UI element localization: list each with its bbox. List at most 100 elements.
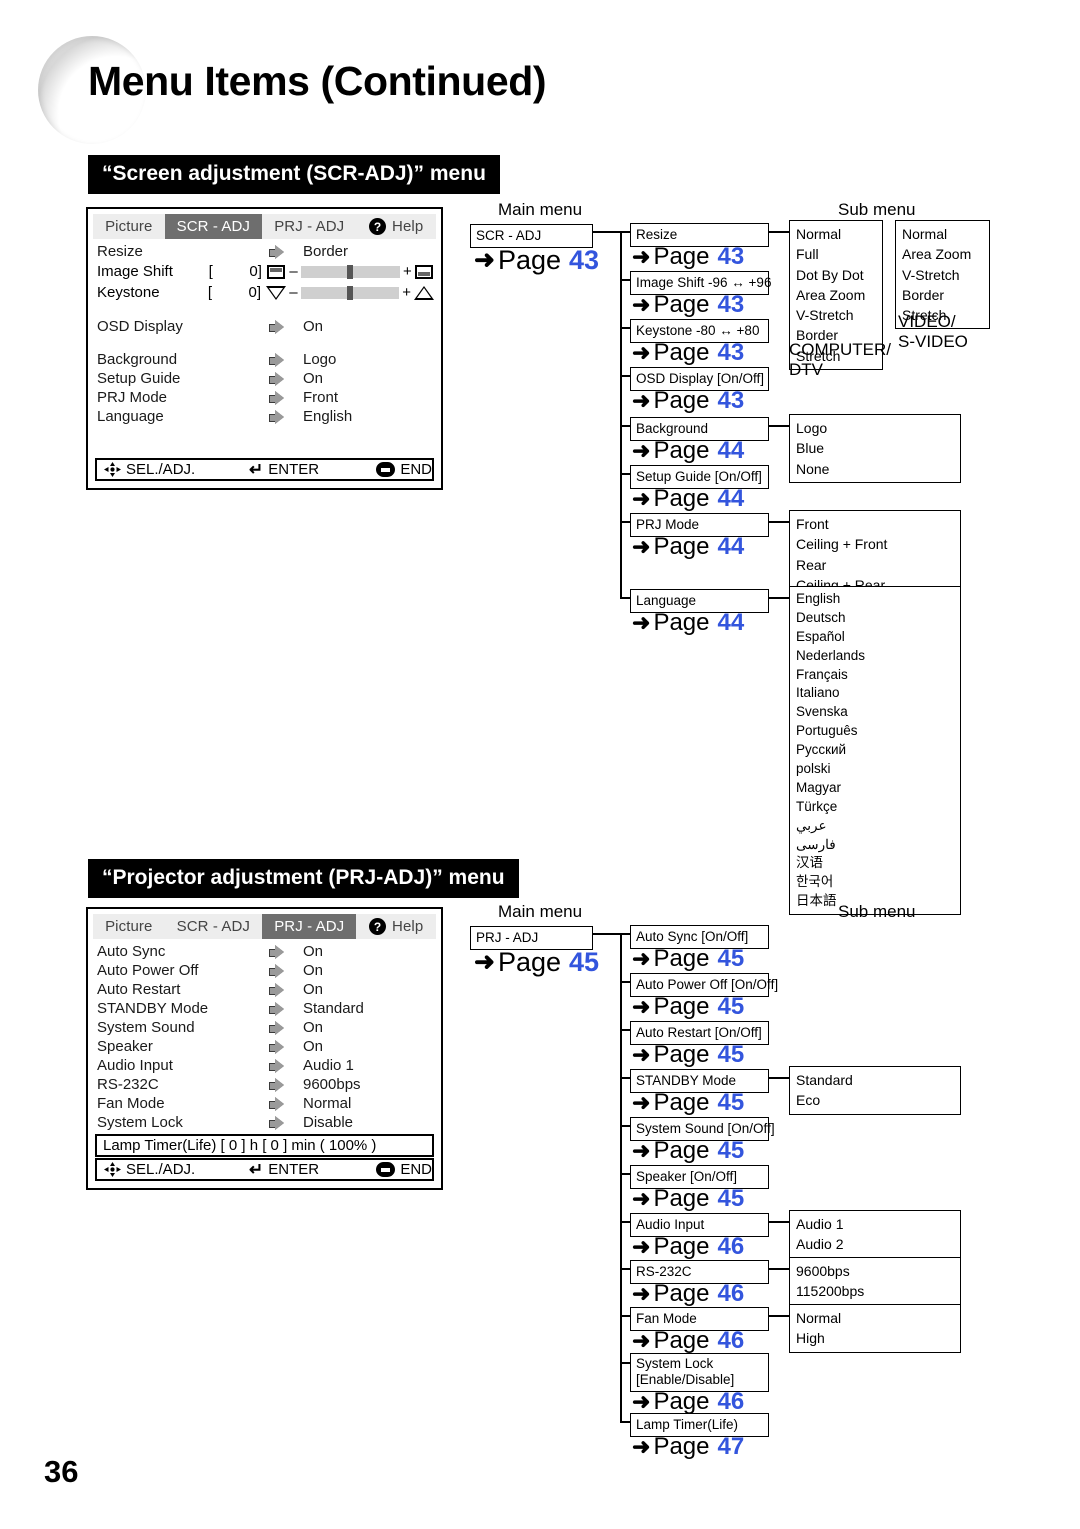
osd-footer-scr: SEL./ADJ. ↵ ENTER END	[95, 458, 434, 481]
help-circle-icon: ?	[369, 218, 387, 235]
osd-row-language[interactable]: Language English	[97, 407, 434, 426]
pageref-osd-display[interactable]: ➜ Page 43	[632, 387, 744, 415]
pageref-prj-mode[interactable]: ➜ Page 44	[632, 533, 744, 561]
gray-right-arrow-icon	[268, 1116, 284, 1130]
footer-end[interactable]: END	[376, 461, 432, 478]
tab-help[interactable]: ? Help	[356, 214, 436, 239]
osd-row-auto-sync[interactable]: Auto Sync On	[97, 942, 434, 961]
osd-row-rs232c[interactable]: RS-232C 9600bps	[97, 1075, 434, 1094]
image-shift-slider[interactable]	[300, 264, 401, 279]
pageref-word: Page	[653, 485, 710, 512]
submenu-item: 9600bps	[796, 1263, 850, 1279]
keystone-slider[interactable]	[300, 285, 400, 300]
osd-label: OSD Display	[97, 318, 183, 335]
osd-row-fan-mode[interactable]: Fan Mode Normal	[97, 1094, 434, 1113]
tab-scr-adj[interactable]: SCR - ADJ	[164, 214, 263, 239]
connector	[620, 425, 630, 427]
osd-row-auto-power-off[interactable]: Auto Power Off On	[97, 961, 434, 980]
submenu-item: عربي	[796, 817, 827, 833]
footer-enter[interactable]: ↵ ENTER	[249, 460, 376, 480]
osd-row-standby-mode[interactable]: STANDBY Mode Standard	[97, 999, 434, 1018]
footer-sel-adj[interactable]: SEL./ADJ.	[104, 461, 249, 478]
submenu-fan-mode: Normal High	[789, 1304, 961, 1353]
pageref-number: 43	[717, 243, 745, 270]
pageref-keystone[interactable]: ➜ Page 43	[632, 339, 744, 367]
osd-row-system-lock[interactable]: System Lock Disable	[97, 1113, 434, 1132]
pageref-scr-adj-root[interactable]: ➜ Page 43	[474, 245, 599, 276]
footer-sel-adj[interactable]: SEL./ADJ.	[104, 1161, 249, 1178]
osd-row-resize[interactable]: Resize Border	[97, 242, 434, 261]
tab-prj-adj[interactable]: PRJ - ADJ	[262, 914, 357, 939]
footer-enter-label: ENTER	[268, 1161, 320, 1178]
footer-enter[interactable]: ↵ ENTER	[249, 1160, 376, 1180]
submenu-standby-mode: Standard Eco	[789, 1066, 961, 1115]
right-arrow-icon: ➜	[632, 1281, 651, 1306]
osd-row-audio-input[interactable]: Audio Input Audio 1	[97, 1056, 434, 1075]
osd-row-prj-mode[interactable]: PRJ Mode Front	[97, 388, 434, 407]
osd-value: On	[303, 962, 324, 979]
submenu-item: Full	[796, 246, 819, 263]
pageref-background[interactable]: ➜ Page 44	[632, 437, 744, 465]
tab-scr-adj[interactable]: SCR - ADJ	[165, 914, 263, 939]
tab-help[interactable]: ? Help	[356, 914, 436, 939]
connector	[620, 231, 630, 233]
pageref-language[interactable]: ➜ Page 44	[632, 609, 744, 637]
slider-knob[interactable]	[346, 285, 353, 300]
pageref-rs232c[interactable]: ➜ Page 46	[632, 1280, 744, 1308]
submenu-background: Logo Blue None	[789, 414, 961, 483]
section-heading-prj-adj: “Projector adjustment (PRJ-ADJ)” menu	[88, 859, 519, 898]
osd-row-auto-restart[interactable]: Auto Restart On	[97, 980, 434, 999]
pageref-audio-input[interactable]: ➜ Page 46	[632, 1233, 744, 1261]
gray-right-arrow-icon	[268, 1078, 284, 1092]
footer-end[interactable]: END	[376, 1161, 432, 1178]
osd-label: Background	[97, 351, 178, 368]
pageref-number: 45	[717, 945, 745, 972]
pageref-auto-power-off[interactable]: ➜ Page 45	[632, 993, 744, 1021]
pageref-number: 45	[717, 1185, 745, 1212]
tab-prj-adj[interactable]: PRJ - ADJ	[262, 214, 356, 239]
osd-row-image-shift[interactable]: Image Shift [ 0 ] – +	[97, 261, 434, 282]
pageref-auto-restart[interactable]: ➜ Page 45	[632, 1041, 744, 1069]
end-button-icon	[376, 1162, 396, 1177]
keystone-narrow-top-icon	[266, 285, 287, 300]
pageref-setup-guide[interactable]: ➜ Page 44	[632, 485, 744, 513]
pageref-standby-mode[interactable]: ➜ Page 45	[632, 1089, 744, 1117]
osd-row-speaker[interactable]: Speaker On	[97, 1037, 434, 1056]
tab-picture[interactable]: Picture	[93, 214, 165, 239]
pageref-number: 44	[717, 609, 745, 636]
pageref-image-shift[interactable]: ➜ Page 43	[632, 291, 744, 319]
pageref-system-lock[interactable]: ➜ Page 46	[632, 1388, 744, 1416]
pageref-number: 44	[717, 485, 745, 512]
pageref-speaker[interactable]: ➜ Page 45	[632, 1185, 744, 1213]
osd-value: Border	[303, 243, 349, 260]
osd-row-setup-guide[interactable]: Setup Guide On	[97, 369, 434, 388]
pageref-fan-mode[interactable]: ➜ Page 46	[632, 1327, 744, 1355]
node-system-lock[interactable]: System Lock [Enable/Disable]	[630, 1353, 769, 1392]
submenu-item: Normal	[796, 1310, 842, 1326]
pageref-resize[interactable]: ➜ Page 43	[632, 243, 744, 271]
pageref-auto-sync[interactable]: ➜ Page 45	[632, 945, 744, 973]
submenu-item: Dot By Dot	[796, 266, 864, 283]
osd-panel-scr-adj: Picture SCR - ADJ PRJ - ADJ ? Help Resiz…	[86, 207, 443, 490]
osd-row-background[interactable]: Background Logo	[97, 350, 434, 369]
osd-row-system-sound[interactable]: System Sound On	[97, 1018, 434, 1037]
connector	[620, 1315, 630, 1317]
connector	[620, 473, 630, 475]
osd-value: On	[303, 981, 324, 998]
osd-label: Language	[97, 408, 164, 425]
osd-label: Speaker	[97, 1038, 153, 1055]
submenu-item: Nederlands	[796, 647, 866, 663]
right-arrow-icon: ➜	[632, 1138, 651, 1163]
slider-knob[interactable]	[347, 264, 354, 279]
pageref-lamp-timer[interactable]: ➜ Page 47	[632, 1433, 744, 1461]
pageref-number: 43	[717, 291, 745, 318]
pageref-prj-adj-root[interactable]: ➜ Page 45	[474, 947, 599, 978]
osd-label: Fan Mode	[97, 1095, 165, 1112]
osd-value: Logo	[303, 351, 337, 368]
osd-row-keystone[interactable]: Keystone [ 0 ] – +	[97, 282, 435, 303]
tab-picture[interactable]: Picture	[93, 914, 165, 939]
submenu-item: Area Zoom	[796, 286, 866, 303]
connector	[620, 521, 630, 523]
osd-row-osd-display[interactable]: OSD Display On	[97, 317, 434, 336]
pageref-system-sound[interactable]: ➜ Page 45	[632, 1137, 744, 1165]
